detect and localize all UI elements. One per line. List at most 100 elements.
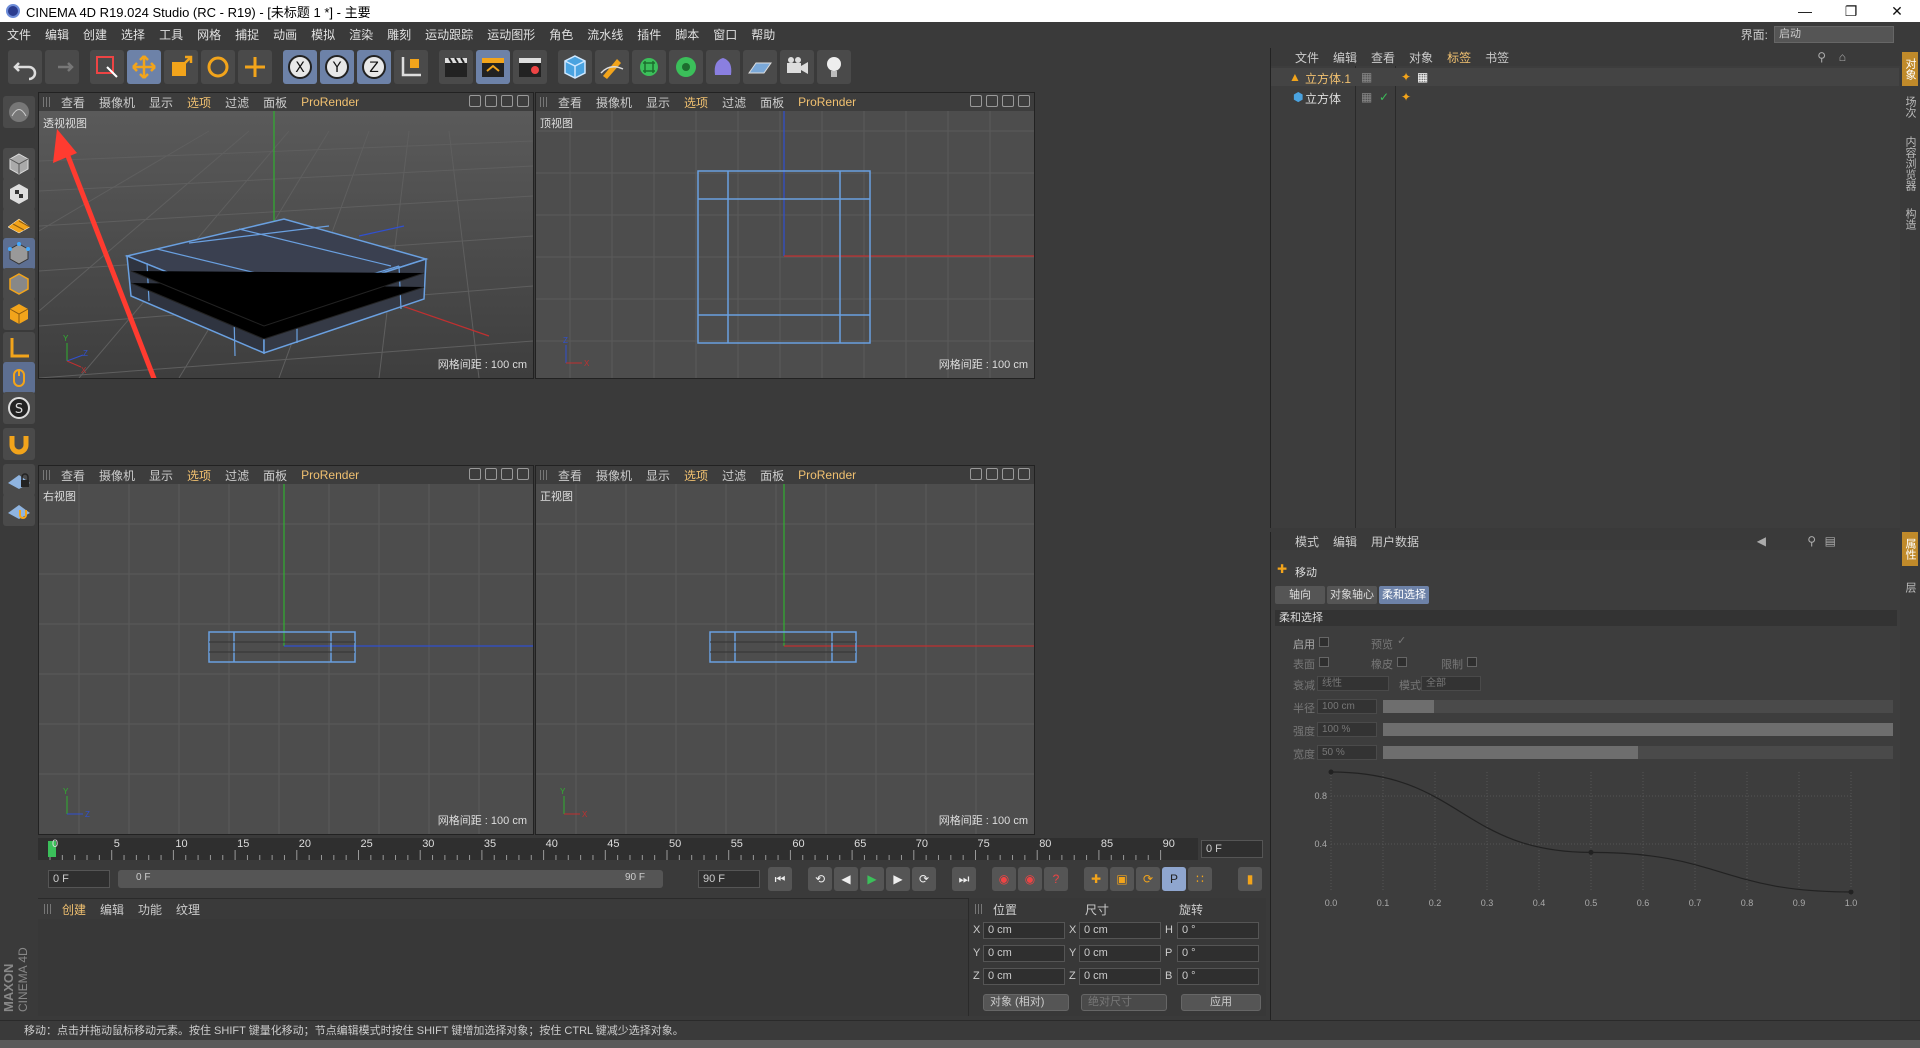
radius-field[interactable]: 100 cm [1317,699,1377,714]
viewport-front[interactable]: 查看 摄像机 显示 选项 过滤 面板 ProRender Y X 正视图 网格间… [535,465,1035,835]
key-pla-button[interactable]: ∷ [1188,867,1212,891]
size-mode-dropdown[interactable]: 绝对尺寸 [1081,994,1167,1011]
menu-item[interactable]: 捕捉 [228,26,266,43]
dolly-icon[interactable] [485,468,497,480]
viewport-menu-display[interactable]: 显示 [646,94,670,111]
radius-slider[interactable] [1383,700,1893,713]
viewport-menu-filter[interactable]: 过滤 [225,94,249,111]
lock-workplane-button[interactable] [3,464,35,496]
pan-icon[interactable] [970,95,982,107]
object-menu-edit[interactable]: 编辑 [1333,49,1357,66]
layout-dropdown[interactable]: 启动 [1774,25,1894,43]
apply-button[interactable]: 应用 [1181,994,1261,1011]
material-menu-edit[interactable]: 编辑 [100,901,124,918]
dolly-icon[interactable] [485,95,497,107]
go-to-start-button[interactable]: ⏮ [768,867,792,891]
live-selection-button[interactable] [90,50,124,84]
falloff-dropdown[interactable]: 线性 [1317,676,1389,691]
tab-object-axis[interactable]: 对象轴心 [1327,586,1377,604]
viewport-menu-prorender[interactable]: ProRender [798,95,856,109]
side-tab-content-browser[interactable]: 内容浏览器 [1902,128,1918,198]
dolly-icon[interactable] [986,468,998,480]
next-frame-button[interactable]: ▶ [886,867,910,891]
menu-item[interactable]: 编辑 [38,26,76,43]
edges-mode-button[interactable] [3,268,35,300]
keyframe-selection-button[interactable]: ? [1044,867,1068,891]
phong-tag-icon[interactable]: ✦ [1401,90,1411,104]
viewport-menu-panel[interactable]: 面板 [760,467,784,484]
viewport-menu-panel[interactable]: 面板 [263,467,287,484]
end-frame-field[interactable]: 90 F [698,870,760,888]
object-row-cube[interactable]: ⬢ 立方体 ▦ ✓ ✦ [1271,88,1899,106]
viewport-menu-filter[interactable]: 过滤 [722,467,746,484]
pen-spline-button[interactable] [595,50,629,84]
menu-item[interactable]: 模拟 [304,26,342,43]
pos-x-field[interactable]: 0 cm [983,922,1065,939]
undo-button[interactable] [8,50,42,84]
strength-field[interactable]: 100 % [1317,722,1377,737]
rotate-tool-button[interactable] [201,50,235,84]
model-mode-button[interactable] [3,148,35,180]
curve-control-point[interactable] [1328,769,1334,775]
viewport-menu-prorender[interactable]: ProRender [301,95,359,109]
enable-checkbox[interactable] [1319,637,1329,647]
y-axis-lock-button[interactable]: Y [320,50,354,84]
close-button[interactable]: ✕ [1874,0,1920,22]
render-view-button[interactable] [439,50,473,84]
enabled-check-icon[interactable]: ✓ [1379,90,1389,104]
viewport-menu-options[interactable]: 选项 [684,467,708,484]
move-tool-button[interactable] [127,50,161,84]
side-tab-layers[interactable]: 层 [1902,570,1918,604]
go-to-end-button[interactable]: ⏭ [952,867,976,891]
menu-item[interactable]: 帮助 [744,26,782,43]
render-settings-button[interactable] [513,50,547,84]
viewport-menu-options[interactable]: 选项 [684,94,708,111]
lock-icon[interactable]: ▤ [1825,534,1836,548]
cube-button[interactable] [558,50,592,84]
pos-z-field[interactable]: 0 cm [983,968,1065,985]
viewport-menu-camera[interactable]: 摄像机 [99,94,135,111]
viewport-menu-prorender[interactable]: ProRender [798,468,856,482]
viewport-menu-display[interactable]: 显示 [149,467,173,484]
menu-item[interactable]: 动画 [266,26,304,43]
snap-button[interactable]: S [3,392,35,424]
tab-axis[interactable]: 轴向 [1275,586,1325,604]
key-position-button[interactable]: ✚ [1084,867,1108,891]
material-menu-function[interactable]: 功能 [138,901,162,918]
pan-icon[interactable] [469,95,481,107]
object-menu-tags[interactable]: 标签 [1447,49,1471,66]
rubber-checkbox[interactable] [1397,657,1407,667]
menu-item[interactable]: 插件 [630,26,668,43]
viewport-perspective[interactable]: 查看 摄像机 显示 选项 过滤 面板 ProRender Y Z X 透视视图 … [38,92,534,379]
z-axis-lock-button[interactable]: Z [357,50,391,84]
next-key-button[interactable]: ⟳ [912,867,936,891]
recent-tool-button[interactable] [238,50,272,84]
viewport-menu-filter[interactable]: 过滤 [225,467,249,484]
menu-item[interactable]: 角色 [542,26,580,43]
viewport-menu-options[interactable]: 选项 [187,467,211,484]
menu-item[interactable]: 运动跟踪 [418,26,480,43]
menu-item[interactable]: 文件 [0,26,38,43]
polygons-mode-button[interactable] [3,298,35,330]
key-rotation-button[interactable]: ⟳ [1136,867,1160,891]
viewport-menu-panel[interactable]: 面板 [263,94,287,111]
maximize-view-icon[interactable] [1018,468,1030,480]
viewport-menu-panel[interactable]: 面板 [760,94,784,111]
attribute-menu-mode[interactable]: 模式 [1295,533,1319,550]
orbit-icon[interactable] [1002,95,1014,107]
viewport-menu-camera[interactable]: 摄像机 [596,94,632,111]
search-icon[interactable]: ⚲ [1817,50,1826,64]
phong-tag-icon[interactable]: ✦ [1401,70,1411,84]
viewport-menu-view[interactable]: 查看 [61,467,85,484]
scale-tool-button[interactable] [164,50,198,84]
pan-icon[interactable] [970,468,982,480]
viewport-menu-camera[interactable]: 摄像机 [99,467,135,484]
rot-h-field[interactable]: 0 ° [1177,922,1259,939]
home-icon[interactable]: ⌂ [1839,50,1846,64]
redo-button[interactable] [45,50,79,84]
material-menu-create[interactable]: 创建 [62,901,86,918]
curve-control-point[interactable] [1588,849,1594,855]
pan-icon[interactable] [469,468,481,480]
object-menu-bookmarks[interactable]: 书签 [1485,49,1509,66]
previous-key-button[interactable]: ⟲ [808,867,832,891]
